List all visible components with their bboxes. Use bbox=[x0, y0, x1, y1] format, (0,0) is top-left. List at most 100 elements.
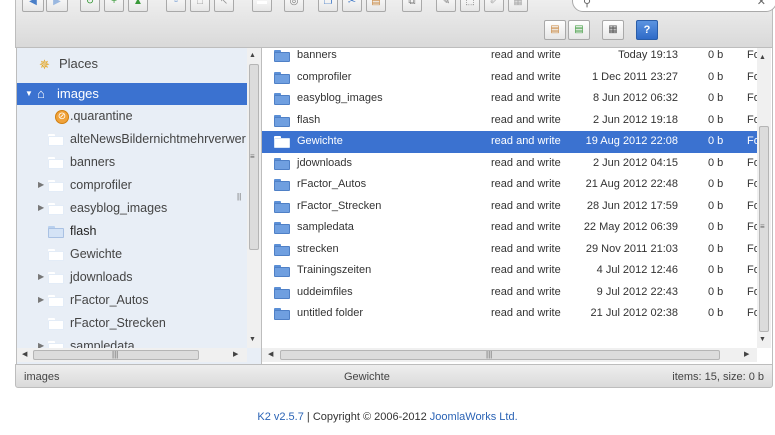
tree-item-gewichte[interactable]: Gewichte bbox=[17, 244, 247, 266]
file-name: untitled folder bbox=[297, 307, 364, 319]
mkdir-button[interactable]: + bbox=[104, 0, 124, 12]
tree-item-sampledata[interactable]: ▶ sampledata bbox=[17, 336, 247, 348]
rename-button[interactable]: ✎ bbox=[436, 0, 456, 12]
cut-button[interactable]: ✂ bbox=[342, 0, 362, 12]
view-button[interactable]: ▬ bbox=[252, 0, 272, 12]
tree-item-banners[interactable]: banners bbox=[17, 152, 247, 174]
file-row[interactable]: Trainingszeiten read and write 4 Jul 201… bbox=[262, 260, 757, 282]
file-permissions: read and write bbox=[491, 156, 561, 169]
scroll-down-icon[interactable]: ▼ bbox=[759, 336, 766, 343]
file-size: 0 b bbox=[708, 307, 724, 319]
chevron-right-icon[interactable]: ▶ bbox=[38, 180, 44, 189]
files-horizontal-scroll-thumb[interactable] bbox=[280, 350, 720, 360]
file-row-selected[interactable]: Gewichte read and write 19 Aug 2012 22:0… bbox=[262, 131, 757, 153]
tree-vertical-scrollbar[interactable]: ▲ ▼ bbox=[247, 48, 261, 348]
tree-item-quarantine[interactable]: ⊘ .quarantine bbox=[17, 106, 247, 128]
file-modified: 19 Aug 2012 22:08 bbox=[585, 135, 678, 147]
folder-icon bbox=[48, 157, 64, 169]
tree-item-rfactor-autos[interactable]: ▶ rFactor_Autos bbox=[17, 290, 247, 312]
search-toggle-button[interactable]: ◎ bbox=[284, 0, 304, 12]
file-row[interactable]: uddeimfiles read and write 9 Jul 2012 22… bbox=[262, 282, 757, 304]
chevron-down-icon[interactable]: ▼ bbox=[25, 89, 33, 98]
file-modified: 29 Nov 2011 21:03 bbox=[585, 242, 678, 255]
info-button[interactable]: ▫ bbox=[166, 0, 186, 12]
tree-item-flash[interactable]: flash bbox=[17, 221, 247, 243]
file-row[interactable]: untitled folder read and write 21 Jul 20… bbox=[262, 303, 757, 325]
preview-button[interactable]: □ bbox=[190, 0, 210, 12]
tree-item-altenews[interactable]: alteNewsBildernichtmehrverwer bbox=[17, 129, 247, 151]
file-row[interactable]: sampledata read and write 22 May 2012 06… bbox=[262, 217, 757, 239]
file-size: 0 b bbox=[708, 70, 724, 83]
file-size: 0 b bbox=[708, 92, 724, 104]
file-row[interactable]: flash read and write 2 Jun 2012 19:18 0 … bbox=[262, 110, 757, 132]
file-row[interactable]: strecken read and write 29 Nov 2011 21:0… bbox=[262, 239, 757, 261]
folder-icon bbox=[274, 265, 290, 277]
status-path: images bbox=[24, 371, 60, 383]
chevron-right-icon[interactable]: ▶ bbox=[38, 295, 44, 304]
arrow-right-icon: ▶ bbox=[53, 0, 61, 7]
scroll-left-icon[interactable]: ◀ bbox=[268, 350, 273, 358]
forward-button[interactable]: ▶ bbox=[46, 0, 68, 12]
archive-button[interactable]: ▦ bbox=[508, 0, 528, 12]
tree-item-rfactor-strecken[interactable]: rFactor_Strecken bbox=[17, 313, 247, 335]
files-vertical-scrollbar[interactable]: ▲ ≡ ▼ bbox=[757, 48, 771, 348]
tree-item-jdownloads[interactable]: ▶ jdownloads bbox=[17, 267, 247, 289]
pane-resize-handle[interactable]: || bbox=[237, 192, 241, 201]
close-icon[interactable]: ✕ bbox=[757, 0, 766, 8]
search-input[interactable]: ⚲ ✕ bbox=[572, 0, 775, 12]
file-row[interactable]: banners read and write Today 19:13 0 b F… bbox=[262, 48, 757, 67]
file-kind: Fo bbox=[747, 135, 757, 147]
file-kind: Fo bbox=[747, 242, 757, 255]
tree-item-label: Gewichte bbox=[70, 247, 123, 261]
file-row[interactable]: easyblog_images read and write 8 Jun 201… bbox=[262, 88, 757, 110]
file-row[interactable]: rFactor_Strecken read and write 28 Jun 2… bbox=[262, 196, 757, 218]
select-all-button[interactable]: ⬚ bbox=[460, 0, 480, 12]
list-view-button[interactable]: ▦ bbox=[602, 20, 624, 40]
help-button[interactable]: ? bbox=[636, 20, 658, 40]
file-kind: Fo bbox=[747, 92, 757, 104]
back-button[interactable]: ◀ bbox=[22, 0, 44, 12]
extract-button[interactable]: ▤ bbox=[544, 20, 566, 40]
file-row[interactable]: jdownloads read and write 2 Jun 2012 04:… bbox=[262, 153, 757, 175]
info-icon: ▫ bbox=[174, 0, 178, 7]
file-name: strecken bbox=[297, 242, 339, 255]
chevron-right-icon[interactable]: ▶ bbox=[38, 203, 44, 212]
folder-icon bbox=[274, 179, 290, 191]
folder-icon bbox=[274, 243, 290, 256]
tree-item-comprofiler[interactable]: ▶ comprofiler bbox=[17, 175, 247, 197]
places-item[interactable]: ✵ Places bbox=[17, 48, 247, 78]
chevron-right-icon[interactable]: ▶ bbox=[38, 341, 44, 348]
file-modified: 9 Jul 2012 22:43 bbox=[596, 285, 678, 298]
edit-button[interactable]: ✐ bbox=[484, 0, 504, 12]
company-link[interactable]: JoomlaWorks Ltd. bbox=[430, 411, 518, 423]
scroll-right-icon[interactable]: ▶ bbox=[233, 350, 238, 358]
file-name: Gewichte bbox=[297, 135, 343, 147]
upload-button[interactable]: ▲ bbox=[128, 0, 148, 12]
file-permissions: read and write bbox=[491, 242, 561, 255]
file-name: rFactor_Strecken bbox=[297, 199, 382, 212]
tree-item-images[interactable]: ▼ ⌂ images bbox=[17, 83, 247, 105]
scroll-down-icon[interactable]: ▼ bbox=[249, 336, 256, 343]
tree-item-easyblog-images[interactable]: ▶ easyblog_images bbox=[17, 198, 247, 220]
paste-button[interactable]: ▤ bbox=[366, 0, 386, 12]
tree-horizontal-scrollbar[interactable]: ◀ ||| ▶ bbox=[17, 348, 247, 362]
chevron-right-icon[interactable]: ▶ bbox=[38, 272, 44, 281]
files-horizontal-scrollbar[interactable]: ◀ ||| ▶ bbox=[262, 348, 757, 362]
file-row[interactable]: comprofiler read and write 1 Dec 2011 23… bbox=[262, 67, 757, 89]
scroll-up-icon[interactable]: ▲ bbox=[759, 54, 766, 61]
version-link[interactable]: K2 v2.5.7 bbox=[257, 411, 303, 423]
duplicate-button[interactable]: ⧉ bbox=[402, 0, 422, 12]
scroll-left-icon[interactable]: ◀ bbox=[22, 350, 27, 358]
scroll-right-icon[interactable]: ▶ bbox=[744, 350, 749, 358]
file-row[interactable]: rFactor_Autos read and write 21 Aug 2012… bbox=[262, 174, 757, 196]
scroll-up-icon[interactable]: ▲ bbox=[249, 52, 256, 59]
select-button[interactable]: ↖ bbox=[214, 0, 234, 12]
no-entry-icon: ⊘ bbox=[55, 110, 69, 124]
file-name: Trainingszeiten bbox=[297, 264, 372, 276]
file-size: 0 b bbox=[708, 113, 724, 126]
file-permissions: read and write bbox=[491, 92, 561, 104]
file-name: easyblog_images bbox=[297, 92, 383, 104]
copy-button[interactable]: ❐ bbox=[318, 0, 338, 12]
compress-button[interactable]: ▤ bbox=[568, 20, 590, 40]
reload-button[interactable]: ↻ bbox=[80, 0, 100, 12]
